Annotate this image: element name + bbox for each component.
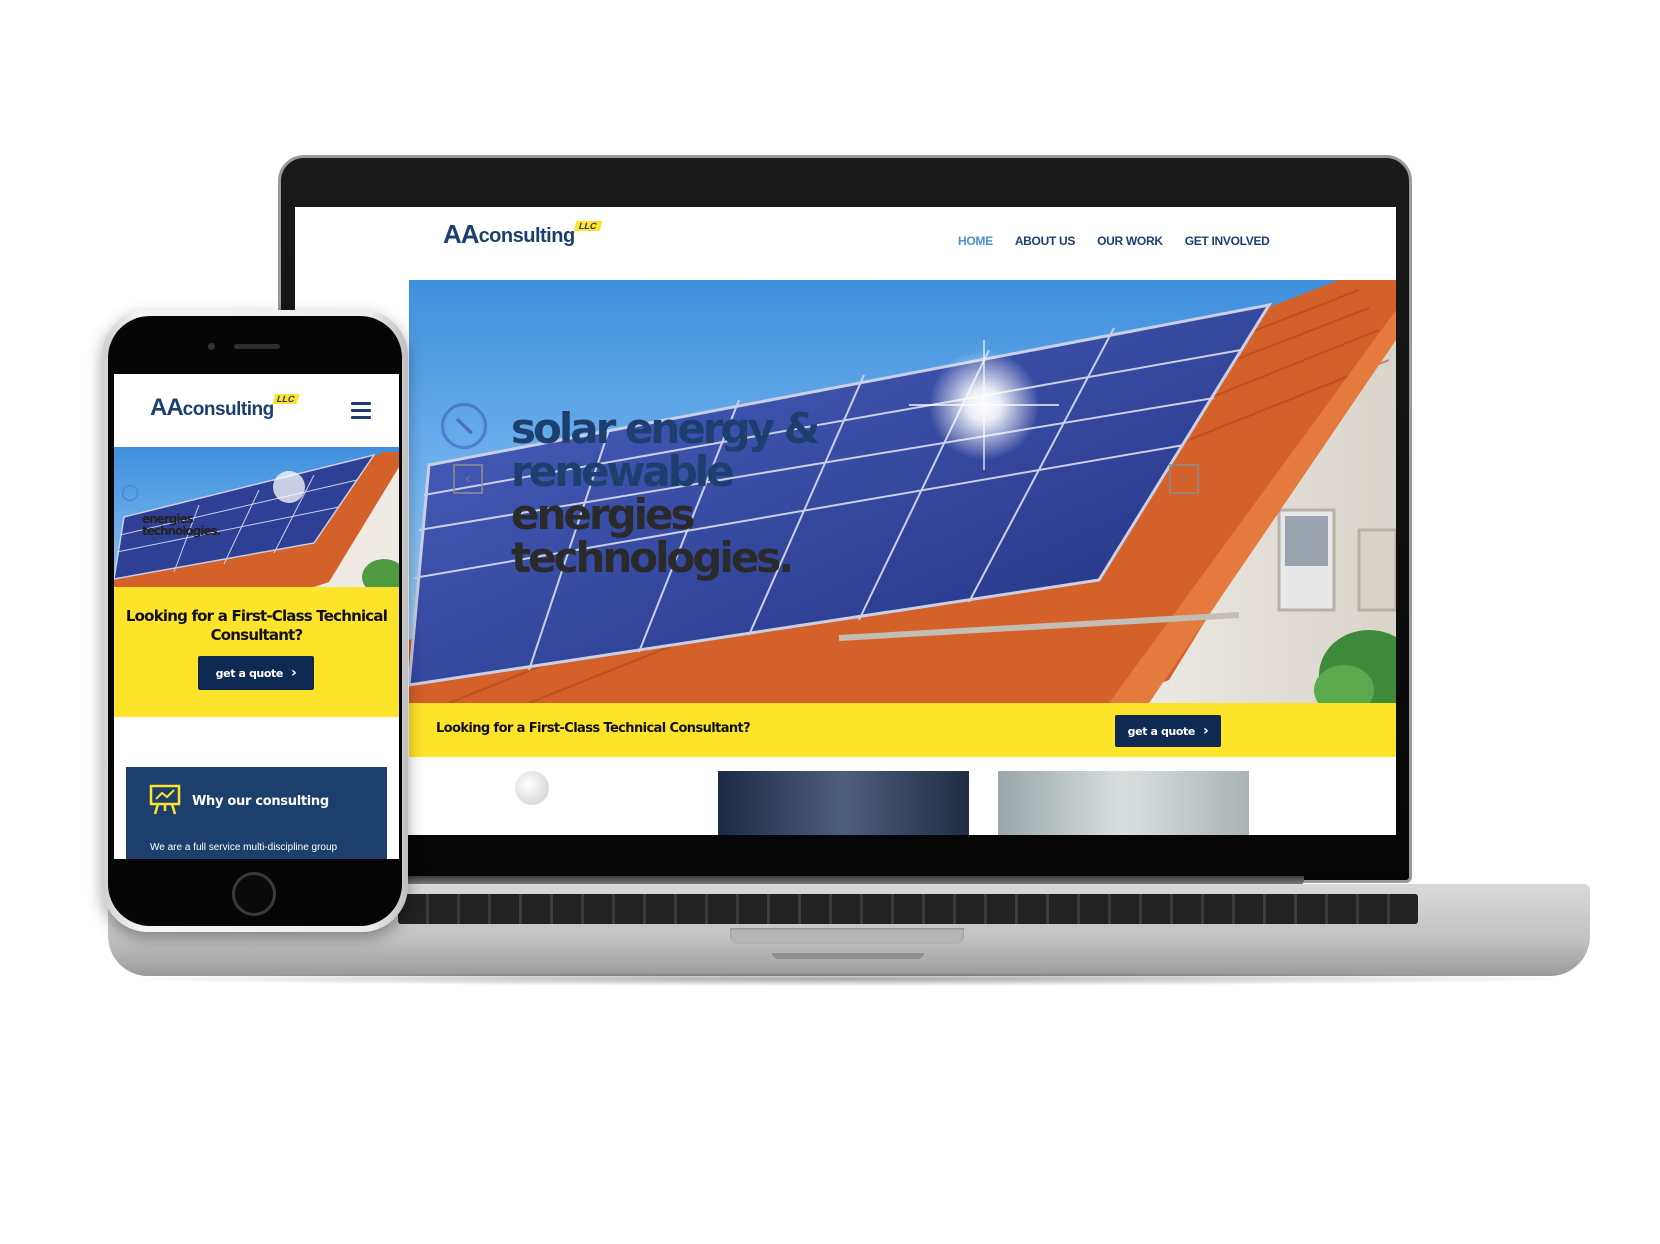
chevron-right-icon: › [1181,470,1187,487]
mobile-hero: energies technologies. [114,447,399,587]
hero-headline: solar energy & renewable energies techno… [511,407,891,579]
nav-get-involved[interactable]: GET INVOLVED [1185,234,1270,248]
laptop-trackpad [730,928,964,944]
mobile-header: AA consulting LLC [114,374,399,447]
service-thumbnail-lightbulb[interactable] [515,771,549,805]
slider-prev-button[interactable]: ‹ [453,464,483,494]
presentation-board-icon [149,784,181,815]
mobile-cta-headline: Looking for a First-Class Technical Cons… [125,607,388,644]
mobile-website-screen: AA consulting LLC energies technologies.… [114,374,399,859]
mobile-get-a-quote-label: get a quote [215,666,284,680]
services-thumbnails-row [295,757,1396,835]
phone-home-button[interactable] [232,872,276,916]
hamburger-menu-icon[interactable] [351,402,371,419]
why-our-consulting-card: Why our consulting We are a full service… [126,767,387,859]
mobile-cta: Looking for a First-Class Technical Cons… [114,587,399,717]
nav-our-work[interactable]: OUR WORK [1097,234,1163,248]
cta-headline: Looking for a First-Class Technical Cons… [436,721,751,736]
laptop-notch [772,953,924,959]
phone-speaker [234,344,280,349]
hero-line-2: renewable [511,447,735,496]
mobile-hero-headline: energies technologies. [142,513,221,538]
hero-line-4: technologies. [511,533,794,582]
desktop-logo[interactable]: AA consulting LLC [443,219,602,250]
hero-line-3: energies [511,490,696,539]
get-a-quote-label: get a quote [1127,724,1196,738]
mobile-hero-line-4: technologies. [142,524,221,538]
chevron-right-icon: › [290,665,297,681]
nav-home[interactable]: HOME [958,234,993,248]
get-a-quote-button[interactable]: get a quote › [1115,715,1221,747]
slider-next-button[interactable]: › [1169,464,1199,494]
desktop-website-screen: AA consulting LLC HOME ABOUT US OUR WORK… [295,207,1396,835]
phone-camera [208,343,215,350]
laptop-shadow [110,972,1588,986]
logo-llc-badge: LLC [573,221,602,231]
mobile-get-a-quote-button[interactable]: get a quote › [198,656,314,690]
logo-llc-badge: LLC [272,394,299,404]
mobile-logo[interactable]: AA consulting LLC [150,394,299,422]
chevron-right-icon: › [1202,723,1209,739]
desktop-header: AA consulting LLC HOME ABOUT US OUR WORK… [295,207,1396,280]
why-our-consulting-body: We are a full service multi-discipline g… [150,842,338,853]
why-our-consulting-title: Why our consulting [192,794,329,809]
logo-consulting-text: consulting [182,399,275,420]
desktop-nav: HOME ABOUT US OUR WORK GET INVOLVED [958,234,1270,248]
chevron-left-icon: ‹ [465,470,471,487]
logo-aa-text: AA [443,219,480,249]
laptop-keyboard [398,894,1418,924]
hero-line-1: solar energy & [511,404,820,453]
desktop-cta-bar: Looking for a First-Class Technical Cons… [409,703,1396,757]
service-thumbnail-gears[interactable] [998,771,1249,835]
hero-slider: solar energy & renewable energies techno… [409,280,1396,703]
logo-aa-text: AA [150,394,184,421]
service-thumbnail-engineering[interactable] [718,771,969,835]
logo-consulting-text: consulting [478,225,576,247]
compass-icon [441,403,487,449]
compass-icon [122,485,138,501]
nav-about-us[interactable]: ABOUT US [1015,234,1076,248]
